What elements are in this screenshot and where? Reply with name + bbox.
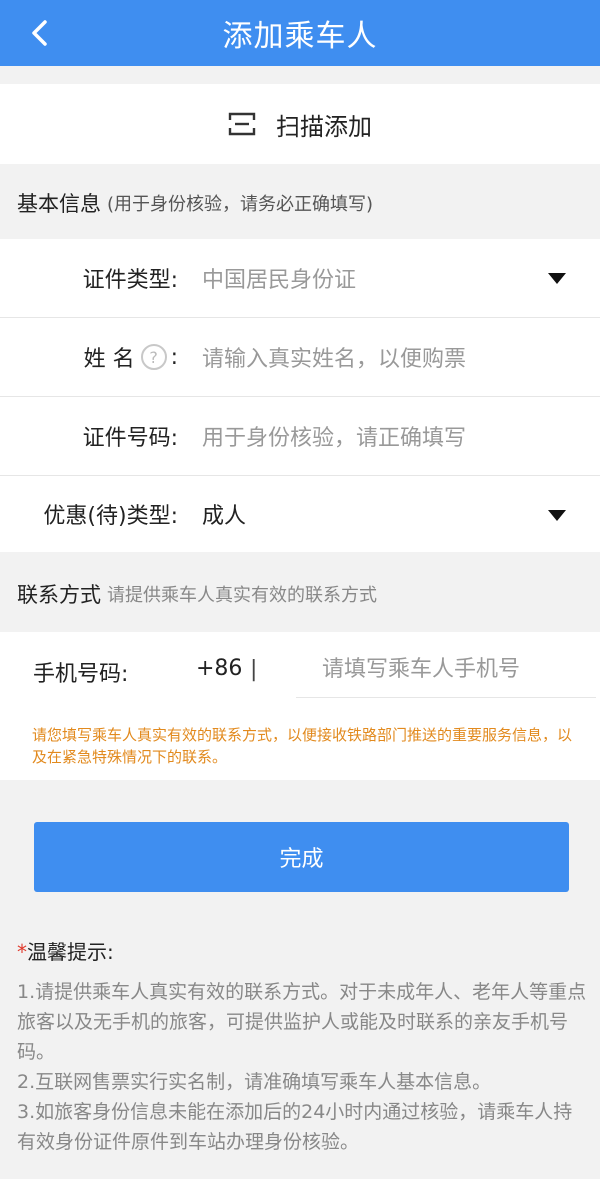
phone-label: 手机号码: <box>33 662 129 687</box>
tips-title: *温馨提示: <box>17 936 587 965</box>
required-star: * <box>17 940 27 964</box>
basic-info-subtitle: (用于身份核验，请务必正确填写) <box>107 194 374 215</box>
contact-notice: 请您填写乘车人真实有效的联系方式，以便接收铁路部门推送的重要服务信息，以及在紧急… <box>32 726 573 766</box>
name-input[interactable]: 请输入真实姓名，以便购票 <box>202 341 466 373</box>
id-type-label: 证件类型: <box>82 268 178 293</box>
chevron-left-icon <box>32 20 47 46</box>
page-title: 添加乘车人 <box>222 19 378 54</box>
name-label-text: 姓 名 <box>83 347 135 372</box>
contact-subtitle: 请提供乘车人真实有效的联系方式 <box>107 585 377 606</box>
country-code-separator: | <box>250 657 258 682</box>
basic-info-header: 基本信息 (用于身份核验，请务必正确填写) <box>0 168 600 238</box>
done-button[interactable]: 完成 <box>34 822 569 892</box>
discount-type-label: 优惠(待)类型: <box>43 504 178 529</box>
id-number-input[interactable]: 用于身份核验，请正确填写 <box>202 420 466 452</box>
tip-item: 3.如旅客身份信息未能在添加后的24小时内通过核验，请乘车人持有效身份证件原件到… <box>17 1101 573 1153</box>
id-number-label: 证件号码: <box>82 426 178 451</box>
phone-input[interactable] <box>296 642 596 698</box>
tip-item: 2.互联网售票实行实名制，请准确填写乘车人基本信息。 <box>17 1071 492 1093</box>
id-type-value[interactable]: 中国居民身份证 <box>202 262 356 294</box>
tip-item: 1.请提供乘车人真实有效的联系方式。对于未成年人、老年人等重点旅客以及无手机的旅… <box>17 981 587 1063</box>
discount-type-value[interactable]: 成人 <box>202 498 246 530</box>
tips-section: *温馨提示: 1.请提供乘车人真实有效的联系方式。对于未成年人、老年人等重点旅客… <box>17 936 587 1157</box>
tips-title-text: 温馨提示: <box>27 940 114 964</box>
name-row[interactable]: 姓 名 ? : 请输入真实姓名，以便购票 <box>0 318 600 397</box>
top-nav-bar: 添加乘车人 <box>0 0 600 66</box>
name-label: 姓 名 ? : <box>0 341 178 373</box>
back-button[interactable] <box>18 0 62 66</box>
phone-row: 手机号码: +86 | <box>0 632 600 708</box>
id-number-row[interactable]: 证件号码: 用于身份核验，请正确填写 <box>0 397 600 476</box>
scan-icon <box>228 112 256 136</box>
basic-info-form: 证件类型: 中国居民身份证 姓 名 ? : 请输入真实姓名，以便购票 证件号码:… <box>0 239 600 552</box>
country-code[interactable]: +86 <box>196 656 242 681</box>
basic-info-title: 基本信息 <box>17 192 101 216</box>
scan-add-label: 扫描添加 <box>276 112 372 141</box>
discount-type-row[interactable]: 优惠(待)类型: 成人 <box>0 476 600 552</box>
name-label-colon: : <box>170 344 178 370</box>
help-icon[interactable]: ? <box>140 344 167 370</box>
dropdown-caret-icon[interactable] <box>548 510 566 521</box>
contact-title: 联系方式 <box>17 583 101 607</box>
dropdown-caret-icon[interactable] <box>548 273 566 284</box>
contact-form: 手机号码: +86 | 请您填写乘车人真实有效的联系方式，以便接收铁路部门推送的… <box>0 632 600 780</box>
id-type-row[interactable]: 证件类型: 中国居民身份证 <box>0 239 600 318</box>
scan-add-button[interactable]: 扫描添加 <box>0 84 600 164</box>
contact-header: 联系方式 请提供乘车人真实有效的联系方式 <box>0 556 600 632</box>
